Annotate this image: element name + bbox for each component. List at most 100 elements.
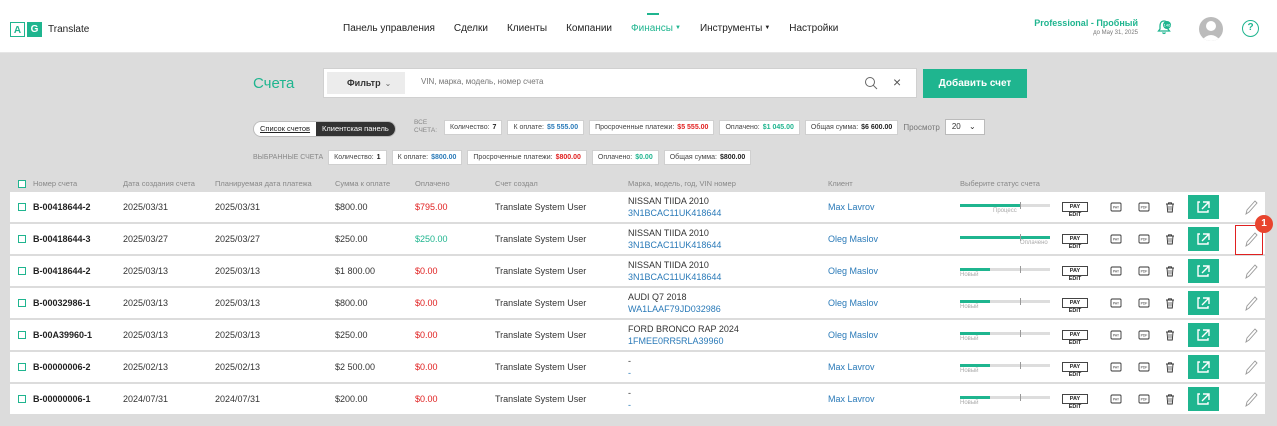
pdf-icon[interactable]: PDF [1138,297,1150,309]
client-link[interactable]: Oleg Maslov [828,330,878,340]
open-invoice-button[interactable] [1188,355,1219,379]
edit-pencil-icon[interactable] [1238,256,1264,286]
pay-edit-button[interactable]: PAY EDIT [1062,266,1088,282]
add-invoice-button[interactable]: Добавить счет [923,69,1027,98]
pay-icon[interactable]: PAY [1110,201,1122,213]
nav-item-1[interactable]: Сделки [454,23,488,34]
pdf-icon[interactable]: PDF [1138,393,1150,405]
client-link[interactable]: Oleg Maslov [828,298,878,308]
trash-icon[interactable] [1164,393,1176,405]
vin-link[interactable]: 3N1BCAC11UK418644 [628,272,721,282]
pay-edit-button[interactable]: PAY EDIT [1062,298,1088,314]
row-checkbox[interactable] [18,235,26,243]
client-link[interactable]: Oleg Maslov [828,266,878,276]
pdf-icon[interactable]: PDF [1138,201,1150,213]
table-row[interactable]: B-00418644-2 2025/03/13 2025/03/13 $1 800.0… [10,256,1265,286]
client-link[interactable]: Max Lavrov [828,202,875,212]
table-row[interactable]: B-00000006-2 2025/02/13 2025/02/13 $2 500.0… [10,352,1265,382]
invoice-number[interactable]: B-00418644-2 [33,202,91,212]
status-progress[interactable]: Новый [960,297,1050,311]
trash-icon[interactable] [1164,361,1176,373]
row-checkbox[interactable] [18,299,26,307]
search-icon[interactable] [864,76,878,90]
avatar[interactable] [1199,17,1223,41]
table-row[interactable]: B-00000006-1 2024/07/31 2024/07/31 $200.00 $… [10,384,1265,414]
status-progress[interactable]: Новый [960,393,1050,407]
pdf-icon[interactable]: PDF [1138,329,1150,341]
bell-icon[interactable]: 146 [1157,20,1171,36]
invoice-number[interactable]: B-00418644-2 [33,266,91,276]
open-invoice-button[interactable] [1188,259,1219,283]
status-progress[interactable]: Новый [960,265,1050,279]
table-row[interactable]: B-00418644-3 2025/03/27 2025/03/27 $250.00 $… [10,224,1265,254]
table-row[interactable]: B-00418644-2 2025/03/31 2025/03/31 $800.00 $… [10,192,1265,222]
nav-item-3[interactable]: Компании [566,23,612,34]
pay-icon[interactable]: PAY [1110,297,1122,309]
pdf-icon[interactable]: PDF [1138,265,1150,277]
row-checkbox[interactable] [18,363,26,371]
page-size-select[interactable]: 20 ⌄ [944,119,985,135]
help-icon[interactable]: ? [1242,20,1259,37]
close-icon[interactable]: × [893,75,901,89]
search-input[interactable] [421,77,821,86]
pay-icon[interactable]: PAY [1110,393,1122,405]
invoice-number[interactable]: B-00032986-1 [33,298,91,308]
pay-edit-button[interactable]: PAY EDIT [1062,330,1088,346]
vin-link[interactable]: 3N1BCAC11UK418644 [628,208,721,218]
nav-item-2[interactable]: Клиенты [507,23,547,34]
table-row[interactable]: B-00A39960-1 2025/03/13 2025/03/13 $250.00 $… [10,320,1265,350]
trash-icon[interactable] [1164,233,1176,245]
invoice-number[interactable]: B-00000006-1 [33,394,91,404]
pay-icon[interactable]: PAY [1110,265,1122,277]
client-link[interactable]: Oleg Maslov [828,234,878,244]
row-checkbox[interactable] [18,331,26,339]
open-invoice-button[interactable] [1188,195,1219,219]
status-progress[interactable]: Процесс [960,201,1050,215]
row-checkbox[interactable] [18,395,26,403]
vin-link[interactable]: - [628,368,631,378]
pdf-icon[interactable]: PDF [1138,361,1150,373]
app-logo[interactable]: A G Translate [10,22,89,37]
trash-icon[interactable] [1164,201,1176,213]
edit-pencil-icon[interactable] [1238,384,1264,414]
pay-icon[interactable]: PAY [1110,361,1122,373]
open-invoice-button[interactable] [1188,227,1219,251]
vin-link[interactable]: 1FMEE0RR5RLA39960 [628,336,724,346]
row-checkbox[interactable] [18,203,26,211]
pdf-icon[interactable]: PDF [1138,233,1150,245]
vin-link[interactable]: WA1LAAF79JD032986 [628,304,721,314]
pay-edit-button[interactable]: PAY EDIT [1062,234,1088,250]
plan-info[interactable]: Professional - Пробный до May 31, 2025 [1034,18,1138,36]
filter-dropdown[interactable]: Фильтр ⌄ [327,72,405,94]
status-progress[interactable]: Новый [960,361,1050,375]
pay-icon[interactable]: PAY [1110,233,1122,245]
tab-invoice-list[interactable]: Список счетов [254,122,317,136]
invoice-number[interactable]: B-00A39960-1 [33,330,92,340]
select-all-checkbox[interactable] [18,180,26,188]
invoice-number[interactable]: B-00418644-3 [33,234,91,244]
edit-pencil-icon[interactable] [1238,320,1264,350]
pay-edit-button[interactable]: PAY EDIT [1062,394,1088,410]
client-link[interactable]: Max Lavrov [828,362,875,372]
vin-link[interactable]: 3N1BCAC11UK418644 [628,240,721,250]
vin-link[interactable]: - [628,400,631,410]
nav-item-6[interactable]: Настройки [789,23,838,34]
trash-icon[interactable] [1164,297,1176,309]
tab-client-panel[interactable]: Клиентская панель [316,122,395,136]
edit-pencil-icon[interactable] [1238,352,1264,382]
nav-item-4[interactable]: Финансы ▼ [631,13,681,34]
row-checkbox[interactable] [18,267,26,275]
pay-edit-button[interactable]: PAY EDIT [1062,202,1088,218]
pay-icon[interactable]: PAY [1110,329,1122,341]
open-invoice-button[interactable] [1188,323,1219,347]
status-progress[interactable]: Оплачено [960,233,1050,247]
pay-edit-button[interactable]: PAY EDIT [1062,362,1088,378]
open-invoice-button[interactable] [1188,291,1219,315]
trash-icon[interactable] [1164,265,1176,277]
nav-item-5[interactable]: Инструменты ▼ [700,23,770,34]
edit-pencil-icon[interactable] [1238,288,1264,318]
client-link[interactable]: Max Lavrov [828,394,875,404]
status-progress[interactable]: Новый [960,329,1050,343]
trash-icon[interactable] [1164,329,1176,341]
nav-item-0[interactable]: Панель управления [343,23,435,34]
